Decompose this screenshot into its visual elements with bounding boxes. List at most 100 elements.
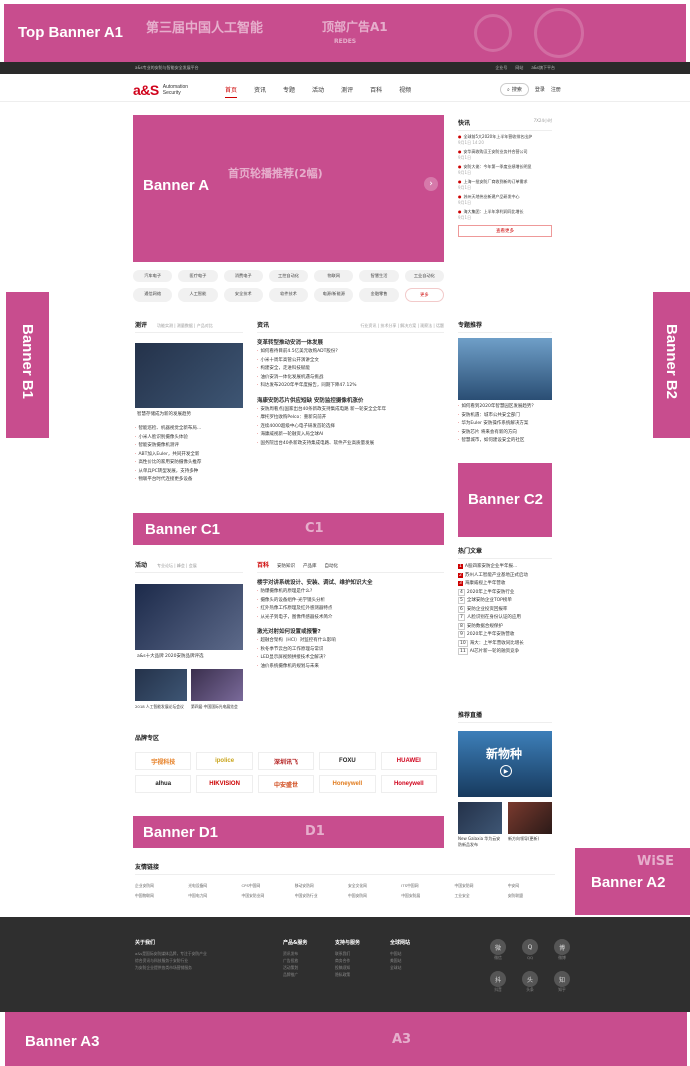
list-item[interactable]: 7 人脸识别在身份认证的应用 [458, 614, 552, 623]
live-caption[interactable]: New Galaxia 华为云安防新品发布 [458, 836, 502, 848]
chip[interactable]: 消费电子 [223, 270, 263, 282]
flash-item[interactable]: ● 海大集团：上半年净利润同比增长 9月1日 [458, 209, 552, 221]
live-thumb[interactable] [508, 802, 552, 834]
social-item[interactable]: 博微博 [554, 939, 574, 961]
view-more-button[interactable]: 查看更多 [458, 225, 552, 237]
banner-a3[interactable]: A3 Banner A3 [5, 1012, 687, 1066]
list-item[interactable]: · 科达发布2020年半年度报告，同期下降47.12% [257, 382, 444, 391]
list-item[interactable]: · 红外热像工作原理及红外感测器特点 [257, 605, 444, 614]
nav-item-home[interactable]: 首页 [225, 85, 238, 98]
footer-link[interactable]: 品牌推广 [283, 971, 307, 978]
friend-link[interactable]: 中国物联网 [135, 893, 182, 899]
footer-link[interactable]: 中国站 [390, 950, 410, 957]
banner-b2[interactable]: Banner B2 [653, 292, 690, 438]
banner-c2[interactable]: Banner C2 [458, 463, 552, 537]
live-stage[interactable]: 新物种 ▶ [458, 731, 552, 797]
list-item[interactable]: · 智慧城市，如何建设安全的社区 [458, 437, 552, 446]
friend-link[interactable]: ITS中国网 [401, 883, 448, 889]
activity-thumb[interactable] [191, 669, 243, 701]
nav-item-topics[interactable]: 专题 [283, 85, 295, 98]
list-item[interactable]: 6 安防企业投资回报率 [458, 605, 552, 615]
friend-link[interactable]: 光电设备网 [188, 883, 235, 889]
nav-item-wiki[interactable]: 百科 [370, 85, 382, 98]
review-subtabs[interactable]: 功能实测 | 测量数据 | 产品对比 [157, 323, 213, 329]
list-item[interactable]: · 秋冬季节云台的工作原理与常识 [257, 646, 444, 655]
brand-logo[interactable]: FOXU [319, 752, 376, 770]
list-item[interactable]: 3 海康威视上半年营收 [458, 580, 552, 589]
list-item[interactable]: · 国务院出台40条新政支持集成电路、软件产业高质量发展 [257, 440, 444, 449]
flash-item[interactable]: ● 安华高收购汉王安防业务并合营公司 9月1日 [458, 149, 552, 161]
nav-item-video[interactable]: 视频 [399, 85, 411, 98]
chip[interactable]: 医疗电子 [178, 270, 218, 282]
chip[interactable]: 电源/新能源 [314, 288, 354, 302]
footer-link[interactable]: 美国站 [390, 957, 410, 964]
brand-logo[interactable]: Honeywell [380, 775, 437, 793]
wiki-headline[interactable]: 楼宇对讲系统设计、安装、调试、维护知识大全 [257, 578, 444, 586]
footer-link[interactable]: 商务合作 [335, 957, 360, 964]
list-item[interactable]: · 防爆摄像机的原理是什么? [257, 588, 444, 597]
friend-link[interactable]: 安防联盟 [508, 893, 555, 899]
friend-link[interactable]: 工业安全 [455, 893, 502, 899]
utility-link[interactable]: a&s旗下平台 [531, 65, 555, 71]
utility-link[interactable]: 企业号 [495, 65, 507, 71]
list-item[interactable]: · 安防机遇：城市公共安全部门 [458, 412, 552, 421]
live-caption[interactable]: 新方向领导(更新) [508, 836, 552, 842]
footer-link[interactable]: 活动策划 [283, 964, 307, 971]
brand-logo[interactable]: HUAWEI [380, 752, 437, 770]
list-item[interactable]: · LED显示屏视频拼接技术全解决？ [257, 654, 444, 663]
list-item[interactable]: · 安防周看点|国家出台40条新政支持集成电路 新一轮安全全年年 [257, 406, 444, 415]
site-logo[interactable]: a&S Automation Security [133, 82, 188, 98]
banner-c1[interactable]: C1 Banner C1 [133, 513, 444, 545]
chevron-right-icon[interactable]: › [424, 177, 438, 191]
social-item[interactable]: 抖抖音 [490, 971, 510, 993]
activity-thumb[interactable] [135, 669, 187, 701]
nav-item-reviews[interactable]: 测评 [341, 85, 353, 98]
utility-link[interactable]: 网站 [515, 65, 523, 71]
list-item[interactable]: · 高性价比的家用安防摄像头推荐 [135, 459, 243, 468]
friend-link[interactable]: 中国安防展 [401, 893, 448, 899]
friend-link[interactable]: CPS中国网 [242, 883, 289, 889]
friend-link[interactable]: 安全文化网 [348, 883, 395, 889]
chip[interactable]: 金融零售 [359, 288, 399, 302]
top-banner-a1[interactable]: 第三届中国人工智能 顶部广告A1 REDES Top Banner A1 [4, 4, 686, 62]
list-item[interactable]: · 华为Euler 安防操作系统解决方案 [458, 420, 552, 429]
list-item[interactable]: 1 A股四家安防企业半年报... [458, 563, 552, 572]
play-icon[interactable]: ▶ [500, 765, 512, 777]
list-item[interactable]: · 构建安全，走进科技赋能 [257, 365, 444, 374]
banner-a-carousel[interactable]: 首页轮播推荐(2幅) Banner A › [133, 115, 444, 262]
list-item[interactable]: 8 安防数据合规保护 [458, 622, 552, 632]
list-item[interactable]: 9 2020年上半年安防营收 [458, 631, 552, 640]
brand-logo[interactable]: Honeywell [319, 775, 376, 793]
list-item[interactable]: 5 全球安防企业TOP榜单 [458, 597, 552, 606]
wiki-subtab[interactable]: 安防知识 [277, 563, 295, 569]
flash-item[interactable]: ● 安防大佬：今年第一季度业绩增长明显 9月1日 [458, 164, 552, 176]
list-item[interactable]: · 连续4000超级中心电子研发首轮选择 [257, 423, 444, 432]
list-item[interactable]: · 海康威视新一轮融资入局全球AI [257, 431, 444, 440]
search-button[interactable]: ⌕ 搜索 [500, 83, 529, 96]
review-caption[interactable]: 智慧存储成为新的发展趋势 [137, 411, 191, 417]
chip[interactable]: 物联网 [314, 270, 354, 282]
chip[interactable]: 工业自动化 [404, 270, 444, 282]
news-headline[interactable]: 海康安防芯片供应短缺 安防监控摄像机涨价 [257, 396, 444, 404]
chip[interactable]: 安全技术 [223, 288, 263, 302]
list-item[interactable]: 2 苏州人工智能产业基地正式启动 [458, 572, 552, 581]
live-thumb[interactable] [458, 802, 502, 834]
friend-link[interactable]: 中安网 [508, 883, 555, 889]
list-item[interactable]: · 油价系统摄像机的规划与未来 [257, 663, 444, 672]
footer-link[interactable]: 广告投放 [283, 957, 307, 964]
footer-link[interactable]: 联系我们 [335, 950, 360, 957]
news-headline[interactable]: 变革转型推动安消一体发展 [257, 338, 444, 346]
list-item[interactable]: · 如何看到2020年智慧园区发展趋势？ [458, 403, 552, 412]
list-item[interactable]: · 小米人脸识别摄像头体验 [135, 434, 243, 443]
list-item[interactable]: 4 2020年上半年安防行业 [458, 588, 552, 598]
list-item[interactable]: · 智能安防摄像机测评 [135, 442, 243, 451]
wiki-headline[interactable]: 激光对射如何设置或报警? [257, 627, 444, 635]
list-item[interactable]: · 摩托罗拉收购Pelco：重新向前开 [257, 414, 444, 423]
list-item[interactable]: · 物联平台时代连接更多设备 [135, 476, 243, 485]
list-item[interactable]: · 超融合架构（HCI）对监控有什么影响 [257, 637, 444, 646]
list-item[interactable]: · 从光子到电子，图像传感器技术简介 [257, 614, 444, 623]
chip[interactable]: 汽车电子 [133, 270, 173, 282]
friend-link[interactable]: 中国安防行业 [295, 893, 342, 899]
friend-link[interactable]: 企业安防网 [135, 883, 182, 889]
banner-d1[interactable]: D1 Banner D1 [133, 816, 444, 848]
